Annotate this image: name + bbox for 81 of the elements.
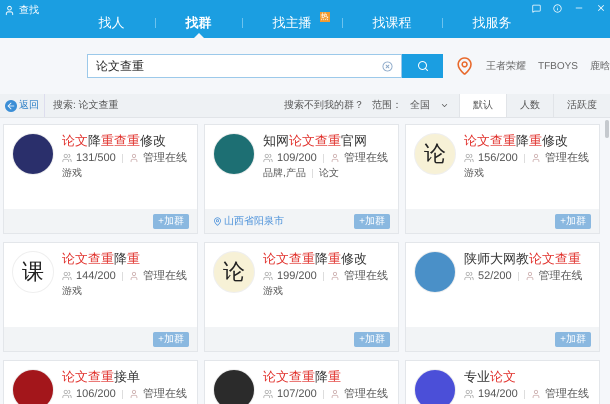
admin-status: 管理在线 [538, 269, 583, 283]
admin-status: 管理在线 [142, 387, 187, 401]
admin-status: 管理在线 [544, 387, 589, 401]
members-icon [62, 271, 72, 281]
admin-status: 管理在线 [544, 151, 589, 165]
sort-tab[interactable]: 人数 [506, 94, 553, 117]
admin-status: 管理在线 [344, 269, 388, 283]
member-count: 194/200 [478, 387, 518, 401]
admin-status: 管理在线 [344, 151, 388, 165]
admin-icon [330, 389, 340, 399]
admin-status: 管理在线 [142, 269, 187, 283]
sort-tab[interactable]: 活跃度 [553, 94, 610, 117]
admin-icon [524, 271, 535, 281]
admin-icon [128, 271, 139, 281]
member-count: 52/200 [478, 269, 512, 283]
caret-icon [440, 101, 449, 110]
hot-word-link[interactable]: 王者荣耀 [486, 58, 526, 74]
group-title[interactable]: 论文查重降重修改 [263, 251, 388, 267]
member-count: 106/200 [76, 387, 116, 401]
admin-icon [128, 389, 139, 399]
map-pin-icon[interactable] [454, 56, 474, 76]
avatar-glyph: 论 [424, 140, 446, 168]
feedback-icon[interactable] [532, 4, 541, 12]
clear-icon[interactable] [382, 60, 394, 72]
members-icon [263, 271, 273, 281]
group-title[interactable]: 论文查重接单 [62, 369, 187, 385]
hot-word-link[interactable]: TFBOYS [538, 58, 578, 74]
members-icon [263, 153, 273, 163]
members-icon [62, 389, 72, 399]
tab-pointer-icon [194, 33, 204, 38]
range-dropdown[interactable]: 全国 [410, 98, 449, 113]
search-query: 搜索: 论文查重 [53, 98, 119, 113]
group-tag: 游戏 [62, 285, 82, 298]
search-icon [416, 60, 429, 72]
avatar-glyph: 课 [22, 258, 44, 286]
group-title[interactable]: 陕师大网教论文查重 [464, 251, 583, 267]
group-location: 山西省阳泉市 [224, 214, 284, 228]
group-title[interactable]: 论文查重降重修改 [464, 133, 589, 149]
group-title[interactable]: 论文降重查重修改 [62, 133, 187, 149]
sort-tab[interactable]: 默认 [459, 94, 506, 117]
app-logo-icon [4, 5, 15, 16]
hot-word-link[interactable]: 鹿晗 [590, 58, 610, 74]
group-tag: 游戏 [263, 285, 283, 298]
admin-icon [530, 153, 541, 163]
search-field[interactable]: 论文查重 [87, 54, 402, 78]
members-icon [263, 389, 273, 399]
hot-badge: 热 [320, 12, 330, 22]
member-count: 109/200 [277, 151, 317, 165]
group-tag: 品牌,产品 [263, 167, 306, 180]
search-button[interactable] [402, 54, 443, 78]
member-count: 131/500 [76, 151, 116, 165]
admin-icon [530, 389, 541, 399]
members-icon [464, 153, 474, 163]
members-icon [464, 271, 474, 281]
group-tag: 论文 [318, 167, 339, 180]
location-icon [213, 216, 222, 226]
member-count: 107/200 [277, 387, 317, 401]
close-icon[interactable] [596, 3, 606, 13]
info-icon[interactable] [553, 4, 562, 12]
admin-icon [330, 271, 340, 281]
group-tag: 游戏 [464, 167, 484, 180]
group-title[interactable]: 专业论文 [464, 369, 589, 385]
group-tag: 游戏 [62, 167, 82, 180]
admin-status: 管理在线 [142, 151, 187, 165]
member-count: 144/200 [76, 269, 116, 283]
admin-status: 管理在线 [344, 387, 388, 401]
scrollbar[interactable] [605, 120, 609, 138]
avatar-glyph: 论 [223, 258, 245, 286]
group-title[interactable]: 论文查重降重 [263, 369, 388, 385]
group-title[interactable]: 论文查重降重 [62, 251, 187, 267]
member-count: 199/200 [277, 269, 317, 283]
help-link[interactable]: 搜索不到我的群？ [284, 98, 364, 113]
members-icon [464, 389, 474, 399]
admin-icon [128, 153, 139, 163]
back-button[interactable]: 返回 [0, 94, 45, 117]
member-count: 156/200 [478, 151, 518, 165]
members-icon [62, 153, 72, 163]
admin-icon [330, 153, 340, 163]
window-title: 查找 [19, 4, 39, 18]
range-label: 范围： [372, 98, 402, 113]
group-title[interactable]: 知网论文查重官网 [263, 133, 388, 149]
